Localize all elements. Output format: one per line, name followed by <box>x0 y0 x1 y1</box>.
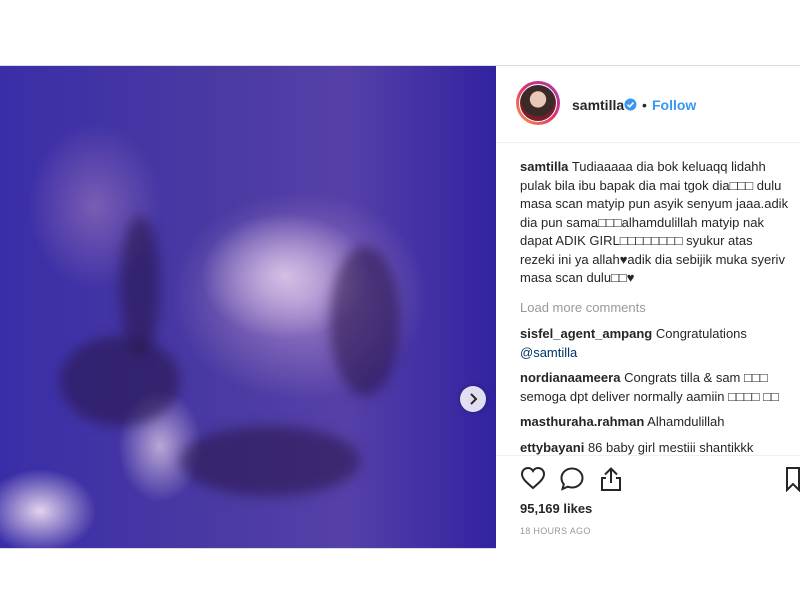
comment-text: 86 baby girl mestiii shantikkk <box>587 439 754 455</box>
action-bar: 95,169 likes 18 HOURS AGO <box>496 455 800 549</box>
bookmark-icon[interactable] <box>786 466 800 492</box>
load-more-comments-button[interactable]: Load more comments <box>520 299 790 318</box>
comment-username[interactable]: masthuraha.rahman <box>520 414 644 429</box>
verified-badge-icon <box>624 98 637 111</box>
comment-item: masthuraha.rahman Alhamdulillah <box>520 413 790 432</box>
next-image-button[interactable] <box>460 386 486 412</box>
comment-text: Alhamdulillah <box>647 414 725 429</box>
avatar[interactable] <box>519 84 557 122</box>
comment-item: nordianaameera Congrats tilla & sam □□□ … <box>520 369 790 406</box>
comment-item: sisfel_agent_ampang Congratulations @sam… <box>520 325 790 362</box>
post-image <box>0 66 496 548</box>
caption: samtilla Tudiaaaaa dia bok keluaqq lidah… <box>520 158 790 288</box>
heart-icon[interactable] <box>520 466 546 490</box>
post-panel: samtilla • Follow samtilla Tudiaaaaa dia… <box>496 66 800 549</box>
post-header: samtilla • Follow <box>496 66 800 143</box>
comment-username[interactable]: sisfel_agent_ampang <box>520 326 652 341</box>
post-timestamp[interactable]: 18 HOURS AGO <box>520 526 591 536</box>
comment-text: Congratulations <box>655 326 747 341</box>
comment-mention[interactable]: @samtilla <box>520 345 577 360</box>
comment-username[interactable]: nordianaameera <box>520 370 620 385</box>
follow-button[interactable]: Follow <box>652 97 696 113</box>
caption-text: Tudiaaaaa dia bok keluaqq lidahh pulak b… <box>520 159 789 285</box>
comment-bubble-icon[interactable] <box>559 466 585 492</box>
avatar-ring[interactable] <box>516 81 560 125</box>
caption-username[interactable]: samtilla <box>520 159 568 174</box>
share-icon[interactable] <box>599 466 623 492</box>
chevron-right-icon <box>470 393 478 405</box>
header-username[interactable]: samtilla <box>572 97 624 113</box>
comment-username[interactable]: ettybayani <box>520 440 584 455</box>
likes-count[interactable]: 95,169 likes <box>520 501 592 516</box>
separator-dot: • <box>642 97 647 113</box>
